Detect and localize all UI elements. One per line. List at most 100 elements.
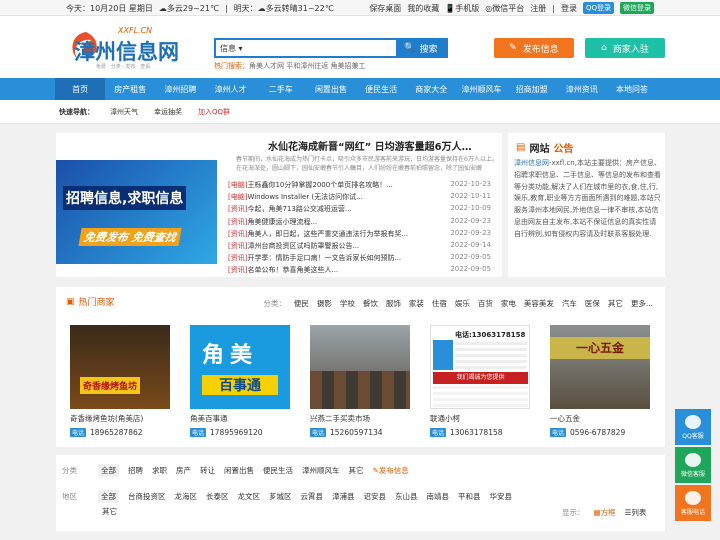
filter-area-row: 地区 全部 台商投资区 龙海区 长泰区 龙文区 芗城区 云霄县 漳浦县 诏安县 … bbox=[62, 490, 512, 503]
nav-carpool[interactable]: 漳州顺风车 bbox=[456, 78, 506, 100]
quick-qq-group[interactable]: 加入QQ群 bbox=[198, 107, 230, 117]
nav-merchants[interactable]: 商家大全 bbox=[406, 78, 456, 100]
shop-cat[interactable]: 摄影 bbox=[317, 298, 332, 309]
shop-cat-more[interactable]: 更多... bbox=[631, 298, 653, 309]
shop-cat[interactable]: 学校 bbox=[340, 298, 355, 309]
view-grid-button[interactable]: ▦方框 bbox=[594, 507, 616, 518]
phone-service-button[interactable]: 客服电话 bbox=[675, 485, 711, 521]
filter-cat[interactable]: 闲置出售 bbox=[224, 465, 254, 476]
filter-cat[interactable]: 便民生活 bbox=[263, 465, 293, 476]
shop-image bbox=[310, 325, 410, 409]
recruit-banner[interactable]: 招聘信息,求职信息 免费发布 免费查找 bbox=[56, 160, 217, 264]
filter-area[interactable]: 诏安县 bbox=[364, 491, 387, 502]
login-link[interactable]: 登录 bbox=[561, 3, 577, 14]
search-button[interactable]: 🔍 搜索 bbox=[396, 40, 446, 56]
news-item[interactable]: [资讯]角美健康运小理流程... 2022-09-23 bbox=[228, 217, 491, 229]
filter-cat[interactable]: 其它 bbox=[349, 465, 364, 476]
news-item[interactable]: [资讯]今起，角美713路公交减班运营... 2022-10-09 bbox=[228, 204, 491, 216]
filter-cat[interactable]: 转让 bbox=[200, 465, 215, 476]
nav-franchise[interactable]: 招商加盟 bbox=[507, 78, 557, 100]
shop-card[interactable]: 奇香缘烤鱼坊 奇香缘烤鱼坊(角美店) 电话 18965287862 bbox=[70, 325, 170, 437]
nav-jobs[interactable]: 漳州招聘 bbox=[155, 78, 205, 100]
shop-card[interactable]: 兴燕二手买卖市场 电话 15260597134 bbox=[310, 325, 410, 437]
filter-area[interactable]: 华安县 bbox=[490, 491, 513, 502]
shop-cat[interactable]: 百货 bbox=[478, 298, 493, 309]
news-item[interactable]: [资讯]角美人，即日起，这些严重交通违法行为举报有奖... 2022-09-23 bbox=[228, 229, 491, 241]
shop-cat[interactable]: 医保 bbox=[585, 298, 600, 309]
filter-cat-all[interactable]: 全部 bbox=[98, 464, 119, 477]
logo-domain: XXFL.CN bbox=[118, 26, 153, 35]
nav-home[interactable]: 首页 bbox=[55, 78, 106, 100]
shop-cat[interactable]: 餐饮 bbox=[363, 298, 378, 309]
filter-cat[interactable]: 漳州顺风车 bbox=[302, 465, 340, 476]
quick-lottery[interactable]: 幸运抽奖 bbox=[154, 107, 182, 117]
filter-area[interactable]: 南靖县 bbox=[427, 491, 450, 502]
shop-cat[interactable]: 其它 bbox=[608, 298, 623, 309]
shop-card[interactable]: 角美 百事通 角美百事通 电话 17895969120 bbox=[190, 325, 290, 437]
filter-cat[interactable]: 招聘 bbox=[128, 465, 143, 476]
nav-qa[interactable]: 本地问答 bbox=[607, 78, 657, 100]
filter-area[interactable]: 台商投资区 bbox=[128, 491, 166, 502]
shop-cat[interactable]: 家装 bbox=[409, 298, 424, 309]
nav-news[interactable]: 漳州资讯 bbox=[557, 78, 607, 100]
post-info-button[interactable]: ✎ 发布信息 bbox=[494, 38, 574, 58]
wechat-platform-link[interactable]: ◎微信平台 bbox=[485, 3, 524, 14]
news-item[interactable]: [电脑]王栎鑫你10分钟掌握2000个单页排名攻略！... 2022-10-23 bbox=[228, 180, 491, 192]
shop-card[interactable]: 电话:13063178158 我们竭诚为您提供 联通小柯 电话 130631781… bbox=[430, 325, 530, 437]
phone-icon bbox=[685, 490, 701, 505]
search-input[interactable] bbox=[246, 40, 396, 56]
filter-area-all[interactable]: 全部 bbox=[98, 490, 119, 503]
merchant-join-button[interactable]: ⌂ 商家入驻 bbox=[585, 38, 665, 58]
qq-login-button[interactable]: QQ登录 bbox=[582, 2, 614, 14]
news-headline[interactable]: 水仙花海成新晋“网红” 日均游客量超6万人… bbox=[268, 138, 472, 153]
wechat-icon bbox=[685, 452, 701, 467]
quick-weather[interactable]: 漳州天气 bbox=[110, 107, 138, 117]
wechat-login-button[interactable]: 微信登录 bbox=[620, 2, 654, 14]
search-category-select[interactable]: 信息 ▾ bbox=[220, 43, 243, 54]
filter-post-link[interactable]: ✎发布信息 bbox=[373, 465, 409, 476]
shop-card[interactable]: 一心五金 一心五金 电话 0596-6787829 bbox=[550, 325, 650, 437]
shop-cat[interactable]: 便民 bbox=[294, 298, 309, 309]
shop-cat[interactable]: 美容美发 bbox=[524, 298, 554, 309]
favorites-link[interactable]: 我的收藏 bbox=[407, 3, 439, 14]
filter-area[interactable]: 平和县 bbox=[458, 491, 481, 502]
filter-area[interactable]: 漳浦县 bbox=[332, 491, 355, 502]
nav-used-cars[interactable]: 二手车 bbox=[256, 78, 306, 100]
filter-cat[interactable]: 求职 bbox=[152, 465, 167, 476]
register-link[interactable]: 注册 bbox=[530, 3, 546, 14]
nav-housing[interactable]: 房产租售 bbox=[105, 78, 155, 100]
site-logo[interactable]: XXFL.CN 漳州信息网 免费 · 分类 · 发布 · 查看 bbox=[66, 26, 192, 70]
qq-service-button[interactable]: QQ客服 bbox=[675, 409, 711, 445]
filter-area[interactable]: 龙海区 bbox=[175, 491, 198, 502]
filter-area[interactable]: 其它 bbox=[102, 506, 117, 517]
shop-cat[interactable]: 住宿 bbox=[432, 298, 447, 309]
nav-talent[interactable]: 漳州人才 bbox=[206, 78, 256, 100]
news-item[interactable]: [电脑]Windows Installer (无法访问你试... 2022-10-… bbox=[228, 192, 491, 204]
news-item[interactable]: [资讯]漳州台商投资区试吗防罩警报公告... 2022-09-14 bbox=[228, 241, 491, 253]
shop-cat[interactable]: 娱乐 bbox=[455, 298, 470, 309]
filter-area[interactable]: 龙文区 bbox=[238, 491, 261, 502]
search-button-label: 搜索 bbox=[419, 44, 438, 55]
shop-cat[interactable]: 汽车 bbox=[562, 298, 577, 309]
news-item[interactable]: [资讯]开学季：情防手足口病！一文告诉家长如何预防... 2022-09-05 bbox=[228, 253, 491, 265]
nav-life[interactable]: 便民生活 bbox=[356, 78, 406, 100]
hot-search-terms[interactable]: 角美人才网 平和漳州往返 角美招兼工 bbox=[249, 62, 365, 70]
save-desktop-link[interactable]: 保存桌面 bbox=[369, 3, 401, 14]
view-list-button[interactable]: ☰列表 bbox=[625, 507, 647, 518]
mobile-link[interactable]: 📱手机版 bbox=[445, 3, 479, 14]
shop-cat[interactable]: 服饰 bbox=[386, 298, 401, 309]
filter-area[interactable]: 东山县 bbox=[395, 491, 418, 502]
wechat-service-button[interactable]: 微信客服 bbox=[675, 447, 711, 483]
shop-name: 角美百事通 bbox=[190, 414, 228, 423]
logo-slogan: 免费 · 分类 · 发布 · 查看 bbox=[96, 64, 151, 70]
nav-idle-sale[interactable]: 闲置出售 bbox=[306, 78, 356, 100]
filter-area[interactable]: 云霄县 bbox=[301, 491, 324, 502]
banner-line1: 招聘信息,求职信息 bbox=[63, 186, 187, 210]
shop-phone: 电话 15260597134 bbox=[310, 428, 383, 437]
filter-area[interactable]: 长泰区 bbox=[206, 491, 229, 502]
news-summary: 春节期间，水仙花海成为热门打卡点，吸引众多市民游客前来游玩，日均游客量保持在6万… bbox=[236, 156, 498, 172]
news-item[interactable]: [资讯]名单公布！恭喜角美这些人... 2022-09-05 bbox=[228, 265, 491, 277]
filter-area[interactable]: 芗城区 bbox=[269, 491, 292, 502]
shop-cat[interactable]: 家电 bbox=[501, 298, 516, 309]
filter-cat[interactable]: 房产 bbox=[176, 465, 191, 476]
